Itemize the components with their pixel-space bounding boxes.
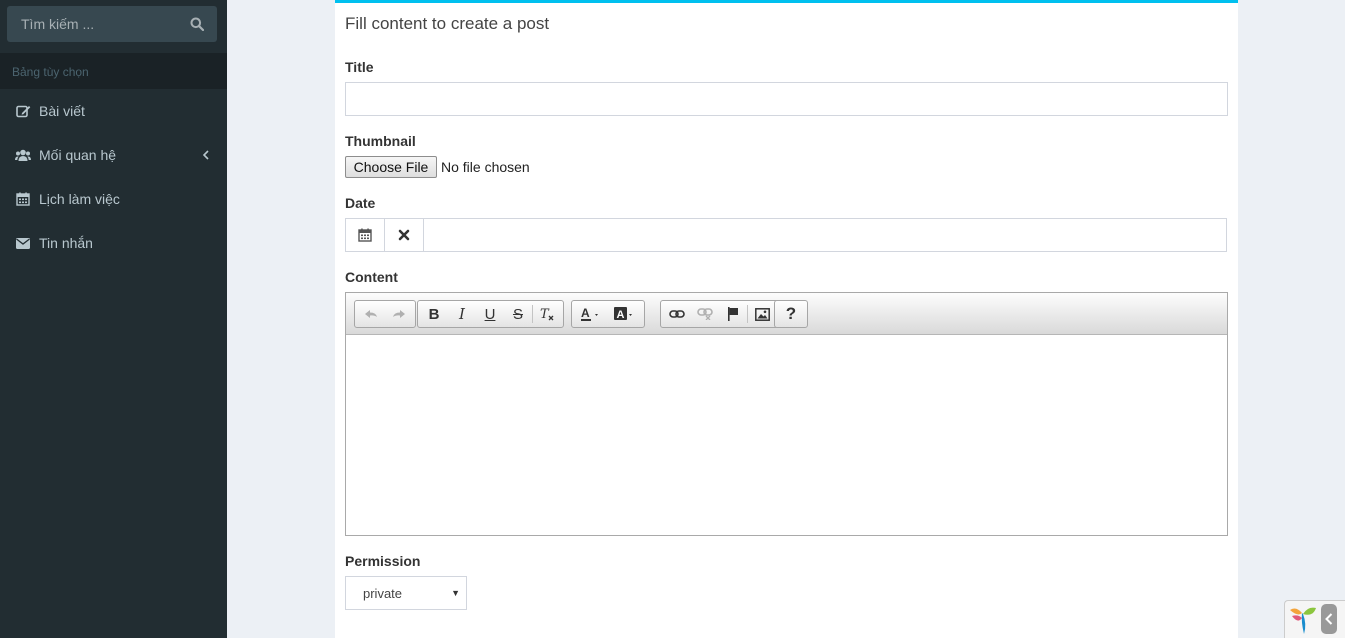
thumbnail-label: Thumbnail xyxy=(345,133,416,149)
calendar-icon xyxy=(358,228,372,242)
underline-button[interactable]: U xyxy=(476,302,504,326)
sidebar-item-label: Lịch làm việc xyxy=(39,191,120,207)
unlink-icon xyxy=(697,308,713,320)
chevron-left-icon xyxy=(202,147,209,163)
create-post-box: Fill content to create a post Title Thum… xyxy=(335,0,1238,638)
debug-toggle-button[interactable] xyxy=(1321,604,1337,634)
date-clear-button[interactable] xyxy=(385,219,424,251)
bold-button[interactable]: B xyxy=(420,302,448,326)
format-group: B I U S T xyxy=(417,300,564,328)
link-button[interactable] xyxy=(663,302,691,326)
remove-format-icon: T xyxy=(540,307,554,322)
sidebar-item-moi-quan-he[interactable]: Mối quan hệ xyxy=(0,133,227,177)
underline-icon: U xyxy=(484,305,496,323)
dropdown-arrow-icon: ▼ xyxy=(451,588,460,598)
text-color-button[interactable]: A xyxy=(574,302,608,326)
sidebar: Bảng tùy chọn Bài viết Mối quan hệ xyxy=(0,0,227,638)
date-input-group xyxy=(345,218,1227,252)
permission-select[interactable]: private ▼ xyxy=(345,576,467,610)
debug-toolbar xyxy=(1284,600,1345,638)
text-color-icon: A xyxy=(581,306,598,321)
sidebar-item-label: Tin nhắn xyxy=(39,235,93,251)
users-icon xyxy=(15,147,31,163)
insert-group xyxy=(660,300,779,328)
search-icon xyxy=(190,17,204,31)
choose-file-button[interactable]: Choose File xyxy=(345,156,437,178)
date-input[interactable] xyxy=(424,219,1226,251)
help-icon: ? xyxy=(785,304,797,323)
svg-text:T: T xyxy=(540,307,550,322)
sidebar-item-bai-viet[interactable]: Bài viết xyxy=(0,89,227,133)
date-label: Date xyxy=(345,195,376,211)
box-title: Fill content to create a post xyxy=(345,14,550,33)
help-group: ? xyxy=(774,300,808,328)
envelope-icon xyxy=(15,235,31,251)
unlink-button[interactable] xyxy=(691,302,719,326)
redo-icon xyxy=(393,310,405,318)
edit-icon xyxy=(15,103,31,119)
sidebar-search xyxy=(7,6,217,42)
flag-icon xyxy=(728,307,738,321)
strikethrough-icon: S xyxy=(512,305,523,323)
image-button[interactable] xyxy=(748,302,776,326)
sidebar-item-lich-lam-viec[interactable]: Lịch làm việc xyxy=(0,177,227,221)
undo-icon xyxy=(365,310,377,318)
close-icon xyxy=(398,229,410,241)
search-input[interactable] xyxy=(7,6,182,42)
help-button[interactable]: ? xyxy=(777,302,805,326)
remove-format-button[interactable]: T xyxy=(533,302,561,326)
color-group: A A xyxy=(571,300,645,328)
strikethrough-button[interactable]: S xyxy=(504,302,532,326)
sidebar-item-label: Bài viết xyxy=(39,103,85,119)
svg-text:A: A xyxy=(581,306,590,320)
content-label: Content xyxy=(345,269,398,285)
date-picker-button[interactable] xyxy=(346,219,385,251)
redo-button[interactable] xyxy=(385,302,413,326)
chevron-left-icon xyxy=(1325,613,1333,625)
editor-toolbar: B I U S T A A ? xyxy=(346,293,1227,335)
background-color-icon: A xyxy=(614,307,632,321)
sidebar-item-tin-nhan[interactable]: Tin nhắn xyxy=(0,221,227,265)
permission-label: Permission xyxy=(345,553,421,569)
calendar-icon xyxy=(15,191,31,207)
image-icon xyxy=(754,307,770,321)
italic-button[interactable]: I xyxy=(448,302,476,326)
undo-button[interactable] xyxy=(357,302,385,326)
permission-value: private xyxy=(363,585,403,601)
sidebar-item-label: Mối quan hệ xyxy=(39,147,117,163)
search-button[interactable] xyxy=(177,6,217,42)
link-icon xyxy=(669,310,685,318)
editor-content-area[interactable] xyxy=(346,335,1227,535)
file-status: No file chosen xyxy=(441,159,530,175)
history-group xyxy=(354,300,416,328)
bold-icon: B xyxy=(428,305,440,323)
rich-text-editor: B I U S T A A ? xyxy=(345,292,1228,536)
italic-icon: I xyxy=(459,305,465,323)
svg-text:A: A xyxy=(617,309,625,321)
background-color-button[interactable]: A xyxy=(608,302,642,326)
sidebar-header: Bảng tùy chọn xyxy=(0,53,227,89)
anchor-button[interactable] xyxy=(719,302,747,326)
title-input[interactable] xyxy=(345,82,1228,116)
yii-logo-icon xyxy=(1290,607,1316,634)
title-label: Title xyxy=(345,59,374,75)
